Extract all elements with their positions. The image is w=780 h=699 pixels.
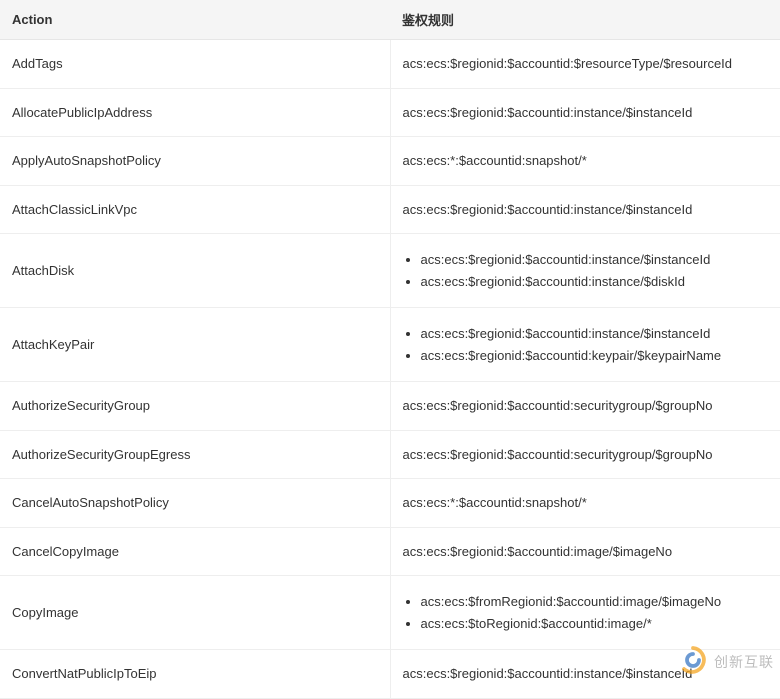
action-cell: AttachDisk bbox=[0, 234, 390, 308]
table-row: ApplyAutoSnapshotPolicyacs:ecs:*:$accoun… bbox=[0, 137, 780, 186]
rule-list: acs:ecs:$regionid:$accountid:instance/$i… bbox=[403, 324, 769, 365]
action-cell: ApplyAutoSnapshotPolicy bbox=[0, 137, 390, 186]
rule-cell: acs:ecs:$regionid:$accountid:securitygro… bbox=[390, 430, 780, 479]
rule-list: acs:ecs:$fromRegionid:$accountid:image/$… bbox=[403, 592, 769, 633]
table-row: CopyImage acs:ecs:$fromRegionid:$accounti… bbox=[0, 576, 780, 650]
action-cell: AuthorizeSecurityGroup bbox=[0, 382, 390, 431]
table-row: AuthorizeSecurityGroupEgressacs:ecs:$reg… bbox=[0, 430, 780, 479]
rule-item: acs:ecs:$regionid:$accountid:instance/$d… bbox=[421, 272, 769, 292]
rule-cell: acs:ecs:$regionid:$accountid:image/$imag… bbox=[390, 527, 780, 576]
table-row: CancelAutoSnapshotPolicyacs:ecs:*:$accou… bbox=[0, 479, 780, 528]
table-row: AuthorizeSecurityGroupacs:ecs:$regionid:… bbox=[0, 382, 780, 431]
rule-cell: acs:ecs:$regionid:$accountid:instance/$i… bbox=[390, 308, 780, 382]
action-cell: ConvertNatPublicIpToEip bbox=[0, 650, 390, 699]
action-cell: AllocatePublicIpAddress bbox=[0, 88, 390, 137]
rule-cell: acs:ecs:$regionid:$accountid:$resourceTy… bbox=[390, 40, 780, 89]
rule-cell: acs:ecs:$regionid:$accountid:instance/$i… bbox=[390, 88, 780, 137]
rule-cell: acs:ecs:$regionid:$accountid:instance/$i… bbox=[390, 234, 780, 308]
rule-list: acs:ecs:$regionid:$accountid:instance/$i… bbox=[403, 250, 769, 291]
action-cell: AddTags bbox=[0, 40, 390, 89]
header-action: Action bbox=[0, 0, 390, 40]
rule-cell: acs:ecs:*:$accountid:snapshot/* bbox=[390, 479, 780, 528]
table-row: AttachDisk acs:ecs:$regionid:$accountid:i… bbox=[0, 234, 780, 308]
table-header-row: Action 鉴权规则 bbox=[0, 0, 780, 40]
table-row: AddTagsacs:ecs:$regionid:$accountid:$res… bbox=[0, 40, 780, 89]
rule-item: acs:ecs:$fromRegionid:$accountid:image/$… bbox=[421, 592, 769, 612]
rule-cell: acs:ecs:$regionid:$accountid:instance/$i… bbox=[390, 650, 780, 699]
table-row: AttachClassicLinkVpcacs:ecs:$regionid:$a… bbox=[0, 185, 780, 234]
action-cell: CopyImage bbox=[0, 576, 390, 650]
action-cell: CancelCopyImage bbox=[0, 527, 390, 576]
action-cell: AttachClassicLinkVpc bbox=[0, 185, 390, 234]
rule-cell: acs:ecs:$fromRegionid:$accountid:image/$… bbox=[390, 576, 780, 650]
table-row: CancelCopyImageacs:ecs:$regionid:$accoun… bbox=[0, 527, 780, 576]
rule-item: acs:ecs:$toRegionid:$accountid:image/* bbox=[421, 614, 769, 634]
table-row: ConvertNatPublicIpToEipacs:ecs:$regionid… bbox=[0, 650, 780, 699]
rule-cell: acs:ecs:$regionid:$accountid:securitygro… bbox=[390, 382, 780, 431]
action-cell: AuthorizeSecurityGroupEgress bbox=[0, 430, 390, 479]
rule-item: acs:ecs:$regionid:$accountid:keypair/$ke… bbox=[421, 346, 769, 366]
rule-cell: acs:ecs:*:$accountid:snapshot/* bbox=[390, 137, 780, 186]
rule-item: acs:ecs:$regionid:$accountid:instance/$i… bbox=[421, 250, 769, 270]
rule-item: acs:ecs:$regionid:$accountid:instance/$i… bbox=[421, 324, 769, 344]
action-cell: CancelAutoSnapshotPolicy bbox=[0, 479, 390, 528]
action-cell: AttachKeyPair bbox=[0, 308, 390, 382]
table-row: AllocatePublicIpAddressacs:ecs:$regionid… bbox=[0, 88, 780, 137]
authorization-table: Action 鉴权规则 AddTagsacs:ecs:$regionid:$ac… bbox=[0, 0, 780, 699]
table-row: AttachKeyPair acs:ecs:$regionid:$accounti… bbox=[0, 308, 780, 382]
rule-cell: acs:ecs:$regionid:$accountid:instance/$i… bbox=[390, 185, 780, 234]
header-rule: 鉴权规则 bbox=[390, 0, 780, 40]
